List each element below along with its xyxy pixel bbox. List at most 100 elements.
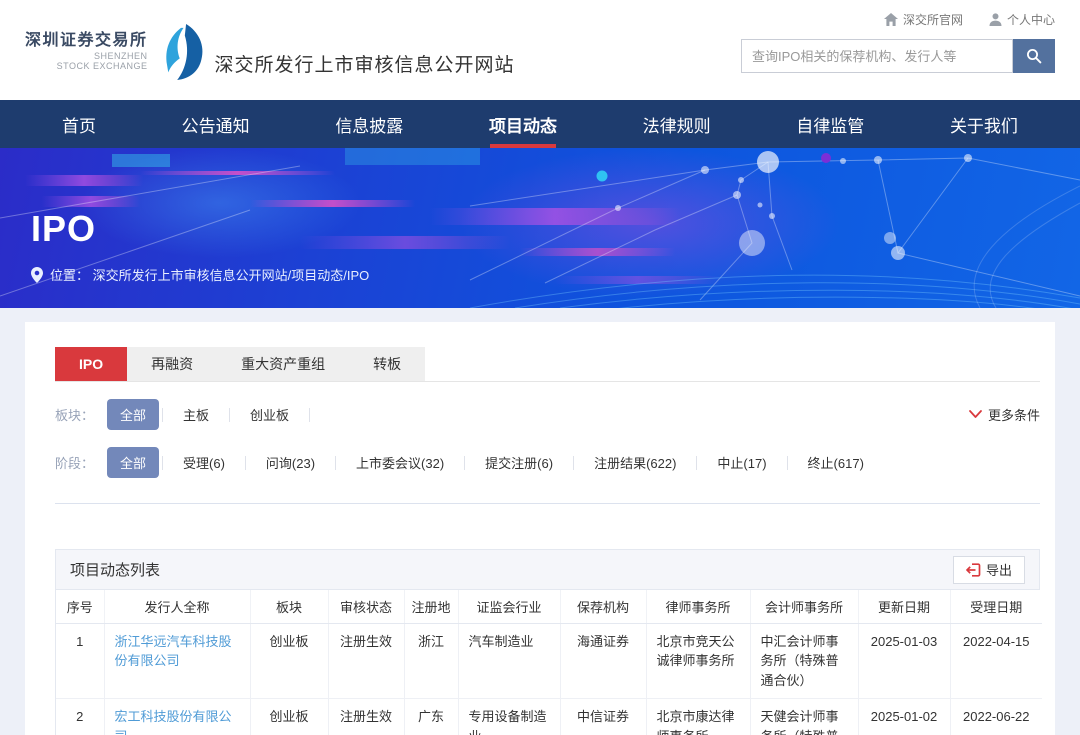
table-cell: 北京市康达律师事务所 bbox=[646, 699, 750, 735]
nav-item[interactable]: 公告通知 bbox=[182, 100, 250, 148]
divider bbox=[464, 456, 465, 470]
nav-item[interactable]: 关于我们 bbox=[950, 100, 1018, 148]
tab[interactable]: 再融资 bbox=[127, 347, 217, 381]
column-header: 发行人全称 bbox=[104, 590, 250, 623]
filter-option[interactable]: 问询(23) bbox=[249, 453, 332, 472]
issuer-link[interactable]: 宏工科技股份有限公司 bbox=[104, 699, 250, 735]
table-cell: 2025-01-02 bbox=[858, 699, 950, 735]
column-header: 审核状态 bbox=[328, 590, 404, 623]
filter-option-selected[interactable]: 全部 bbox=[107, 447, 159, 478]
nav-item[interactable]: 项目动态 bbox=[489, 100, 557, 148]
divider bbox=[309, 408, 310, 422]
table-cell: 天健会计师事务所（特殊普通合伙） bbox=[750, 699, 858, 735]
nav-item[interactable]: 信息披露 bbox=[335, 100, 403, 148]
table-header-row: 序号发行人全称板块审核状态注册地证监会行业保荐机构律师事务所会计师事务所更新日期… bbox=[56, 590, 1042, 623]
column-header: 受理日期 bbox=[950, 590, 1042, 623]
filter-option[interactable]: 中止(17) bbox=[700, 453, 783, 472]
home-icon bbox=[884, 13, 898, 26]
location-pin-icon bbox=[31, 267, 43, 283]
filter-option[interactable]: 主板 bbox=[166, 405, 226, 424]
stage-options: 全部受理(6) 问询(23) 上市委会议(32) 提交注册(6) 注册结果(622) 中止… bbox=[107, 447, 881, 478]
export-label: 导出 bbox=[986, 560, 1012, 579]
official-site-label: 深交所官网 bbox=[903, 11, 963, 28]
export-button[interactable]: 导出 bbox=[953, 556, 1025, 584]
exchange-logo: 深圳证券交易所 SHENZHEN STOCK EXCHANGE bbox=[25, 24, 207, 80]
plate-options: 全部主板创业板 bbox=[107, 399, 313, 430]
nav-item[interactable]: 法律规则 bbox=[643, 100, 711, 148]
breadcrumb: 位置： 深交所发行上市审核信息公开网站/项目动态/IPO bbox=[31, 265, 369, 284]
tab[interactable]: 重大资产重组 bbox=[217, 347, 349, 381]
logo-chinese-name: 深圳证券交易所 bbox=[25, 32, 148, 50]
more-conditions-button[interactable]: 更多条件 bbox=[969, 405, 1040, 424]
breadcrumb-text: 位置： 深交所发行上市审核信息公开网站/项目动态/IPO bbox=[50, 265, 369, 284]
filter-option[interactable]: 受理(6) bbox=[166, 453, 242, 472]
site-header: 深圳证券交易所 SHENZHEN STOCK EXCHANGE 深交所发行上市审… bbox=[0, 0, 1080, 100]
site-title: 深交所发行上市审核信息公开网站 bbox=[215, 50, 515, 77]
nav-item[interactable]: 自律监管 bbox=[796, 100, 864, 148]
table-cell: 2022-06-22 bbox=[950, 699, 1042, 735]
more-conditions-label: 更多条件 bbox=[988, 405, 1040, 424]
table-header-bar: 项目动态列表 导出 bbox=[56, 550, 1039, 590]
search-button[interactable] bbox=[1013, 39, 1055, 73]
tab[interactable]: 转板 bbox=[349, 347, 425, 381]
table-cell: 2 bbox=[56, 699, 104, 735]
filter-option-selected[interactable]: 全部 bbox=[107, 399, 159, 430]
table-cell: 汽车制造业 bbox=[458, 623, 560, 699]
filter-option[interactable]: 上市委会议(32) bbox=[339, 453, 461, 472]
project-table-section: 项目动态列表 导出 序号发行人全称板块审核状态注册地证监会行业保荐机构律师事务所… bbox=[55, 549, 1040, 735]
project-table: 序号发行人全称板块审核状态注册地证监会行业保荐机构律师事务所会计师事务所更新日期… bbox=[56, 590, 1042, 735]
nav-item[interactable]: 首页 bbox=[62, 100, 96, 148]
plate-filter-row: 板块： 全部主板创业板 更多条件 bbox=[55, 399, 1040, 430]
divider bbox=[162, 456, 163, 470]
category-tabs: IPO再融资重大资产重组转板 bbox=[55, 347, 1040, 382]
personal-center-label: 个人中心 bbox=[1007, 11, 1055, 28]
personal-center-link[interactable]: 个人中心 bbox=[989, 11, 1055, 28]
divider bbox=[787, 456, 788, 470]
table-cell: 2025-01-03 bbox=[858, 623, 950, 699]
table-cell: 海通证券 bbox=[560, 623, 646, 699]
divider bbox=[696, 456, 697, 470]
table-cell: 中汇会计师事务所（特殊普通合伙） bbox=[750, 623, 858, 699]
table-cell: 1 bbox=[56, 623, 104, 699]
column-header: 更新日期 bbox=[858, 590, 950, 623]
column-header: 保荐机构 bbox=[560, 590, 646, 623]
logo-english-name-line1: SHENZHEN bbox=[25, 51, 148, 61]
filter-option[interactable]: 终止(617) bbox=[791, 453, 881, 472]
main-nav: 首页 公告通知 信息披露 项目动态 法律规则 自律监管 关于我们 bbox=[0, 100, 1080, 148]
top-links: 深交所官网 个人中心 bbox=[884, 11, 1055, 28]
page-title: IPO bbox=[31, 208, 96, 250]
table-cell: 中信证券 bbox=[560, 699, 646, 735]
table-body: 1浙江华远汽车科技股份有限公司创业板注册生效浙江汽车制造业海通证券北京市竞天公诚… bbox=[56, 623, 1042, 735]
filter-option[interactable]: 注册结果(622) bbox=[577, 453, 693, 472]
table-cell: 北京市竞天公诚律师事务所 bbox=[646, 623, 750, 699]
page-content: IPO再融资重大资产重组转板 板块： 全部主板创业板 更多条件 阶段： 全部受理… bbox=[0, 308, 1080, 735]
szse-logo-icon bbox=[155, 24, 207, 80]
search-input[interactable] bbox=[741, 39, 1013, 73]
search-icon bbox=[1026, 48, 1042, 64]
logo-text: 深圳证券交易所 SHENZHEN STOCK EXCHANGE bbox=[25, 32, 148, 71]
stage-filter-label: 阶段： bbox=[55, 453, 94, 472]
divider bbox=[229, 408, 230, 422]
content-card: IPO再融资重大资产重组转板 板块： 全部主板创业板 更多条件 阶段： 全部受理… bbox=[25, 322, 1055, 735]
search-box bbox=[741, 39, 1055, 73]
filter-option[interactable]: 提交注册(6) bbox=[468, 453, 570, 472]
table-title: 项目动态列表 bbox=[70, 559, 160, 580]
column-header: 会计师事务所 bbox=[750, 590, 858, 623]
official-site-link[interactable]: 深交所官网 bbox=[884, 11, 963, 28]
table-cell: 专用设备制造业 bbox=[458, 699, 560, 735]
filter-option[interactable]: 创业板 bbox=[233, 405, 306, 424]
divider bbox=[245, 456, 246, 470]
tab[interactable]: IPO bbox=[55, 347, 127, 381]
column-header: 板块 bbox=[250, 590, 328, 623]
user-icon bbox=[989, 13, 1002, 26]
table-cell: 创业板 bbox=[250, 623, 328, 699]
table-cell: 2022-04-15 bbox=[950, 623, 1042, 699]
divider bbox=[573, 456, 574, 470]
issuer-link[interactable]: 浙江华远汽车科技股份有限公司 bbox=[104, 623, 250, 699]
logo-english-name-line2: STOCK EXCHANGE bbox=[25, 61, 148, 71]
column-header: 序号 bbox=[56, 590, 104, 623]
table-row: 2宏工科技股份有限公司创业板注册生效广东专用设备制造业中信证券北京市康达律师事务… bbox=[56, 699, 1042, 735]
plate-filter-label: 板块： bbox=[55, 405, 94, 424]
stage-filter-row: 阶段： 全部受理(6) 问询(23) 上市委会议(32) 提交注册(6) 注册结果(62… bbox=[55, 447, 1040, 478]
export-icon bbox=[966, 563, 981, 577]
